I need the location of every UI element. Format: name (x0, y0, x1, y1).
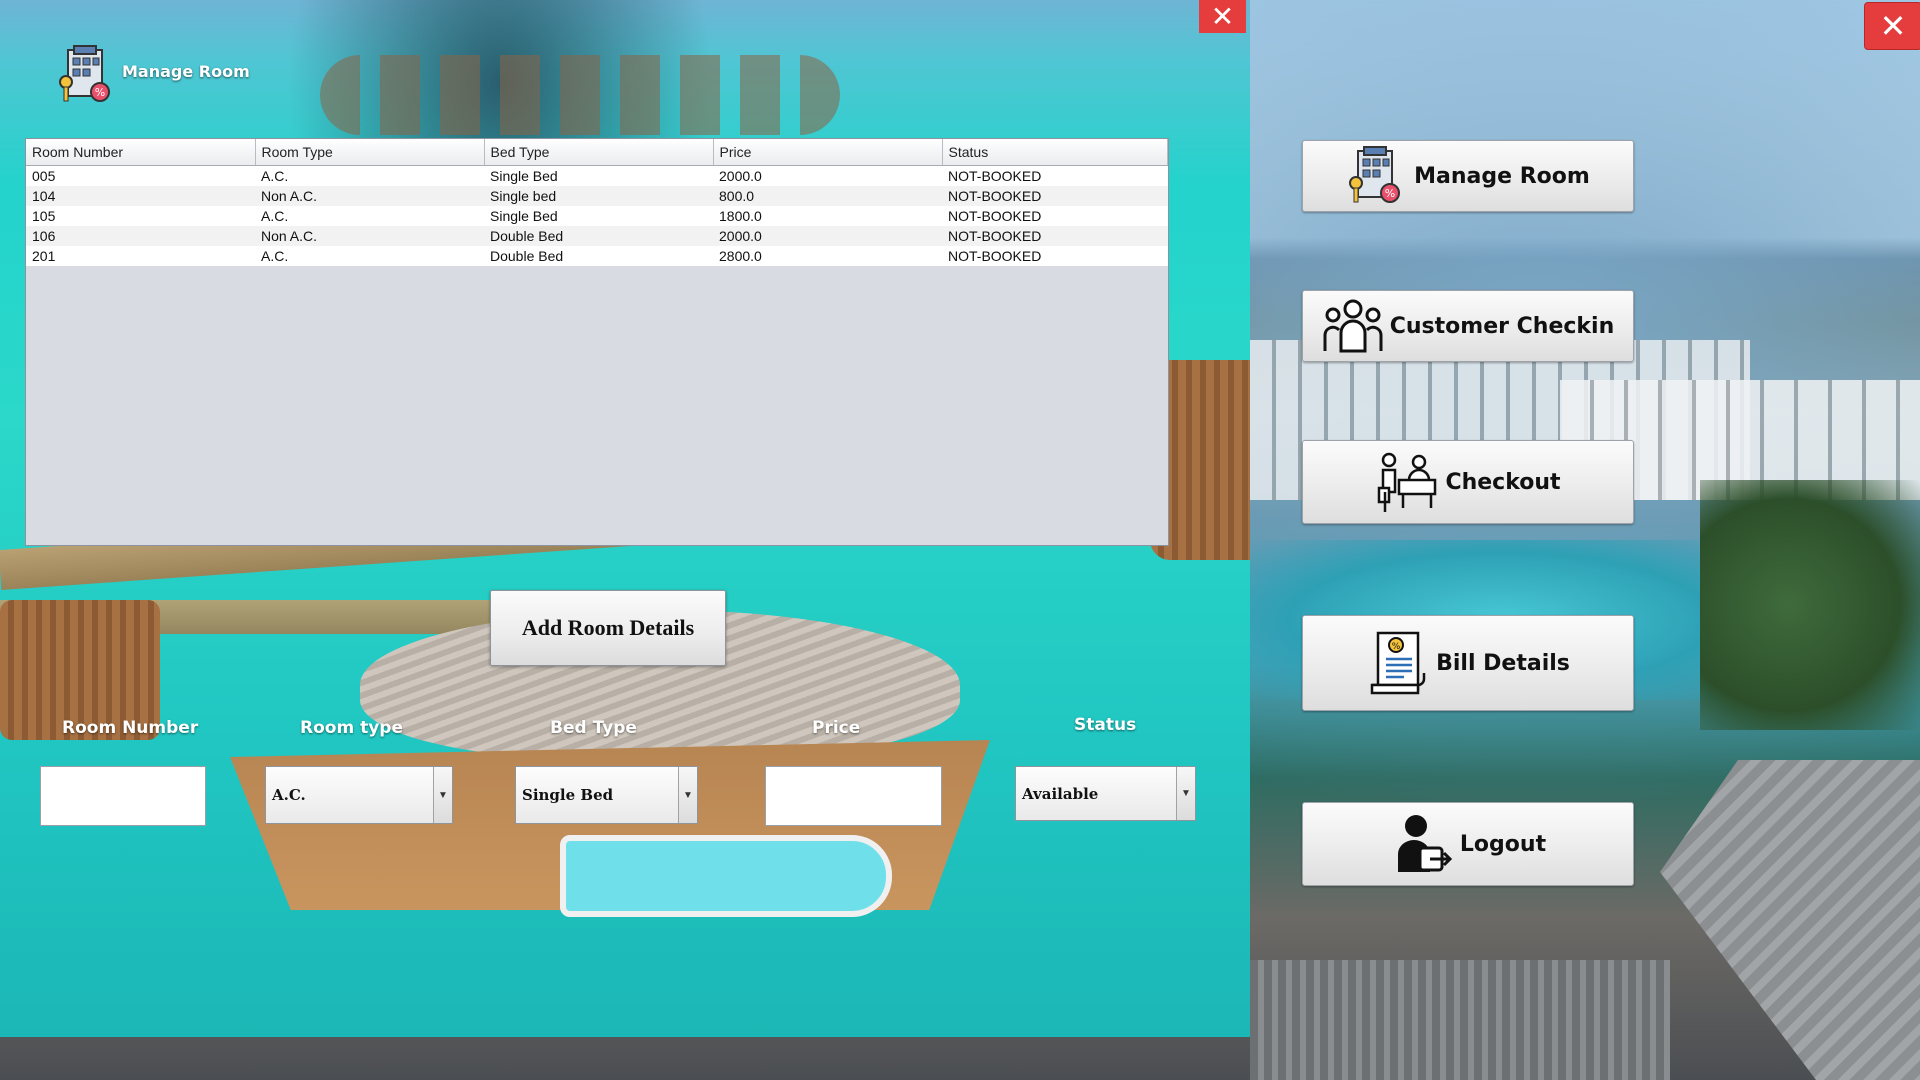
column-header[interactable]: Status (942, 139, 1168, 166)
nav-checkout-button[interactable]: Checkout (1302, 440, 1634, 524)
table-row[interactable]: 201 A.C. Double Bed 2800.0 NOT-BOOKED (26, 246, 1168, 266)
background-huts (320, 55, 840, 135)
price-input[interactable] (765, 766, 942, 826)
nav-label: Bill Details (1436, 650, 1570, 676)
column-header[interactable]: Room Number (26, 139, 256, 166)
nav-label: Logout (1459, 831, 1547, 857)
chevron-down-icon[interactable]: ▼ (433, 767, 452, 823)
column-header[interactable]: Price (713, 139, 943, 166)
table-cell: NOT-BOOKED (942, 246, 1168, 266)
chevron-down-icon[interactable]: ▼ (1176, 767, 1195, 820)
table-cell: 106 (26, 226, 255, 246)
bill-icon: % (1370, 631, 1426, 695)
background-roof (1250, 960, 1670, 1080)
status-value: Available (1022, 784, 1099, 803)
table-cell: 005 (26, 165, 255, 186)
table-cell: NOT-BOOKED (942, 206, 1168, 226)
nav-logout-button[interactable]: Logout (1302, 802, 1634, 886)
table-cell: 800.0 (713, 186, 942, 206)
room-type-value: A.C. (272, 786, 306, 804)
table-cell: NOT-BOOKED (942, 165, 1168, 186)
table-cell: NOT-BOOKED (942, 226, 1168, 246)
background-pool (560, 835, 892, 917)
table-cell: 1800.0 (713, 206, 942, 226)
rooms-table[interactable]: Room Number Room Type Bed Type Price Sta… (25, 138, 1169, 546)
nav-label: Customer Checkin (1389, 313, 1615, 339)
room-type-label: Room type (300, 718, 403, 738)
table-row[interactable]: 104 Non A.C. Single bed 800.0 NOT-BOOKED (26, 186, 1168, 206)
hotel-key-icon: % (1349, 146, 1401, 203)
table-cell: Double Bed (484, 226, 713, 246)
svg-text:%: % (1392, 642, 1401, 652)
table-cell: Single bed (484, 186, 713, 206)
table-cell: 2000.0 (713, 226, 942, 246)
nav-label: Checkout (1445, 469, 1561, 495)
table-row[interactable]: 005 A.C. Single Bed 2000.0 NOT-BOOKED (26, 165, 1168, 186)
table-cell: Single Bed (484, 165, 713, 186)
logout-user-icon (1397, 815, 1453, 872)
hotel-key-icon: % (59, 45, 110, 102)
manage-room-header: % Manage Room (56, 45, 250, 105)
table-header-row: Room Number Room Type Bed Type Price Sta… (26, 139, 1168, 166)
status-label: Status (1074, 715, 1137, 735)
table-cell: Non A.C. (255, 186, 484, 206)
group-icon (1323, 299, 1383, 353)
room-type-select[interactable]: A.C. ▼ (265, 766, 453, 824)
table-cell: 104 (26, 186, 255, 206)
table-cell: 2800.0 (713, 246, 942, 266)
nav-customer-checkin-button[interactable]: Customer Checkin (1302, 290, 1634, 362)
table-cell: Non A.C. (255, 226, 484, 246)
table-cell: Double Bed (484, 246, 713, 266)
nav-label: Manage Room (1414, 163, 1590, 189)
bed-type-label: Bed Type (550, 718, 637, 738)
manage-room-close-button[interactable]: ✕ (1199, 0, 1246, 33)
table-row[interactable]: 105 A.C. Single Bed 1800.0 NOT-BOOKED (26, 206, 1168, 226)
page-title: Manage Room (122, 61, 250, 81)
price-label: Price (812, 718, 861, 738)
table-cell: A.C. (255, 206, 484, 226)
table-row[interactable]: 106 Non A.C. Double Bed 2000.0 NOT-BOOKE… (26, 226, 1168, 246)
main-close-button[interactable]: ✕ (1864, 2, 1920, 50)
table-cell: A.C. (255, 246, 484, 266)
column-header[interactable]: Room Type (255, 139, 485, 166)
manage-room-window: ✕ % Manage Room Room Number Room Type Be… (0, 0, 1250, 1037)
reception-desk-icon (1378, 452, 1437, 512)
add-room-details-button[interactable]: Add Room Details (490, 590, 726, 666)
table-cell: 105 (26, 206, 255, 226)
column-header[interactable]: Bed Type (484, 139, 714, 166)
background-roof (1660, 760, 1920, 1080)
close-icon: ✕ (1210, 1, 1235, 32)
svg-text:%: % (95, 86, 105, 99)
table-cell: 201 (26, 246, 255, 266)
svg-text:%: % (1385, 187, 1395, 200)
close-icon: ✕ (1879, 8, 1907, 44)
nav-bill-details-button[interactable]: % Bill Details (1302, 615, 1634, 711)
table-cell: 2000.0 (713, 165, 942, 186)
room-number-input[interactable] (40, 766, 206, 826)
table-cell: Single Bed (484, 206, 713, 226)
bed-type-value: Single Bed (522, 786, 614, 804)
bed-type-select[interactable]: Single Bed ▼ (515, 766, 698, 824)
status-select[interactable]: Available ▼ (1015, 766, 1196, 821)
table-cell: NOT-BOOKED (942, 186, 1168, 206)
nav-manage-room-button[interactable]: % Manage Room (1302, 140, 1634, 212)
table-cell: A.C. (255, 165, 484, 186)
chevron-down-icon[interactable]: ▼ (678, 767, 697, 823)
room-number-label: Room Number (62, 718, 199, 738)
background-trees (1700, 480, 1920, 730)
